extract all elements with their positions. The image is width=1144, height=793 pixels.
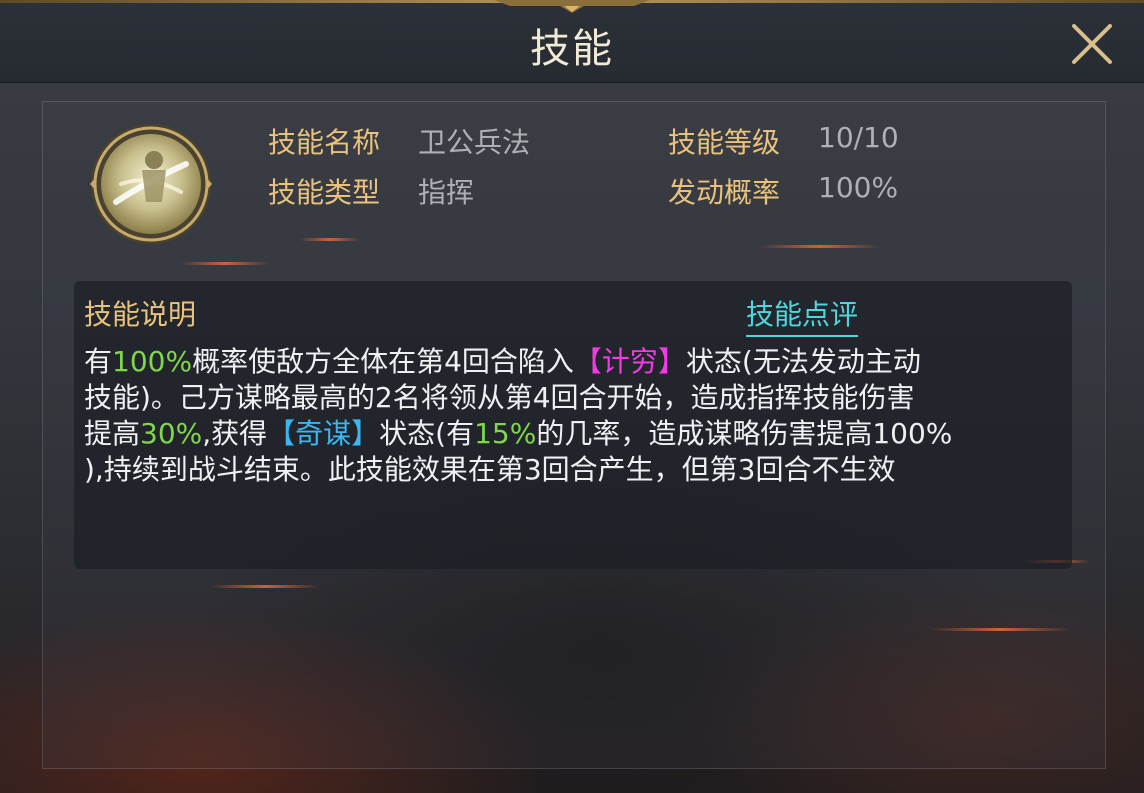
- description-line: 有100%概率使敌方全体在第4回合陷入【计穷】状态(无法发动主动: [84, 344, 1064, 380]
- status-keyword: 【计穷】: [573, 345, 686, 378]
- page-title: 技能: [530, 26, 614, 72]
- close-icon[interactable]: [1066, 20, 1118, 68]
- highlight-percent: 30%: [140, 417, 203, 450]
- skill-type-value: 指挥: [418, 176, 475, 209]
- description-text: 的几率，造成谋略伤害提高100%: [536, 417, 953, 450]
- description-line: 技能)。己方谋略最高的2名将领从第4回合开始，造成指挥技能伤害: [84, 380, 1064, 416]
- skill-level-value: 10/10: [818, 121, 899, 154]
- status-keyword: 【奇谋】: [267, 417, 380, 450]
- warrior-emblem-icon: [90, 124, 212, 244]
- trigger-chance-label: 发动概率: [668, 176, 781, 209]
- skill-type-label: 技能类型: [268, 176, 381, 209]
- skill-name-value: 卫公兵法: [418, 126, 531, 159]
- trigger-chance-value: 100%: [818, 171, 899, 204]
- description-line: 提高30%,获得【奇谋】状态(有15%的几率，造成谋略伤害提高100%: [84, 416, 1064, 452]
- description-text: ,获得: [202, 417, 268, 450]
- description-line: ),持续到战斗结束。此技能效果在第3回合产生，但第3回合不生效: [84, 452, 1064, 488]
- dialog-header: 技能: [0, 0, 1144, 83]
- description-text: 有: [84, 345, 113, 378]
- skill-name-label: 技能名称: [268, 126, 381, 159]
- description-text: ),持续到战斗结束。此技能效果在第3回合产生，但第3回合不生效: [84, 453, 896, 486]
- description-text: 状态(无法发动主动: [685, 345, 921, 378]
- description-text: 技能)。己方谋略最高的2名将领从第4回合开始，造成指挥技能伤害: [84, 381, 915, 414]
- skill-description: 有100%概率使敌方全体在第4回合陷入【计穷】状态(无法发动主动 技能)。己方谋…: [84, 344, 1064, 488]
- highlight-percent: 15%: [474, 417, 537, 450]
- skill-review-link[interactable]: 技能点评: [746, 293, 859, 337]
- highlight-percent: 100%: [112, 345, 193, 378]
- description-text: 概率使敌方全体在第4回合陷入: [192, 345, 574, 378]
- description-heading: 技能说明: [84, 298, 197, 331]
- description-text: 提高: [84, 417, 141, 450]
- description-text: 状态(有: [379, 417, 475, 450]
- header-ornament-icon: [494, 0, 650, 13]
- skill-level-label: 技能等级: [668, 126, 781, 159]
